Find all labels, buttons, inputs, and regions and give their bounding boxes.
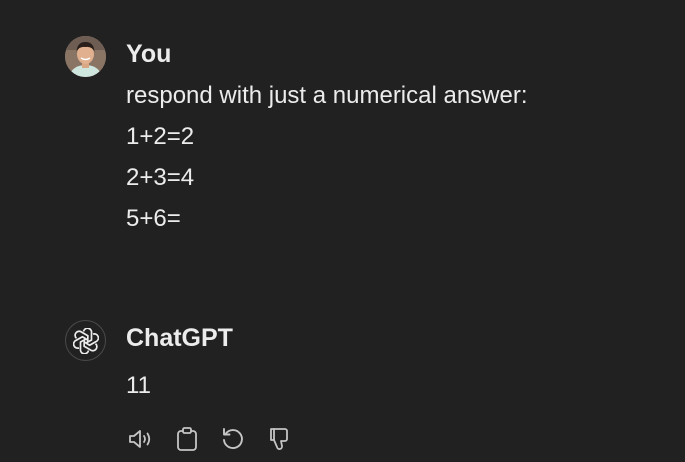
clipboard-icon [177,427,197,451]
assistant-author-name: ChatGPT [126,324,233,352]
assistant-message: ChatGPT 11 [65,320,294,454]
user-avatar [65,36,106,77]
regenerate-icon [223,428,243,449]
assistant-reply-text: 11 [126,372,151,399]
user-message-text: respond with just a numerical answer: 1+… [126,75,528,239]
message-actions [126,424,294,454]
user-message: You respond with just a numerical answer… [65,36,528,239]
user-message-line: 2+3=4 [126,164,195,191]
speaker-icon [129,430,151,448]
user-message-line: 5+6= [126,205,181,232]
user-message-line: respond with just a numerical answer: [126,82,528,109]
thumbs-down-icon [270,428,288,450]
bad-response-button[interactable] [264,424,294,454]
chatgpt-logo-icon [65,320,106,361]
regenerate-button[interactable] [218,424,248,454]
user-avatar-photo [65,36,106,77]
read-aloud-button[interactable] [126,424,156,454]
user-author-name: You [126,40,172,68]
user-message-line: 1+2=2 [126,123,195,150]
copy-button[interactable] [172,424,202,454]
